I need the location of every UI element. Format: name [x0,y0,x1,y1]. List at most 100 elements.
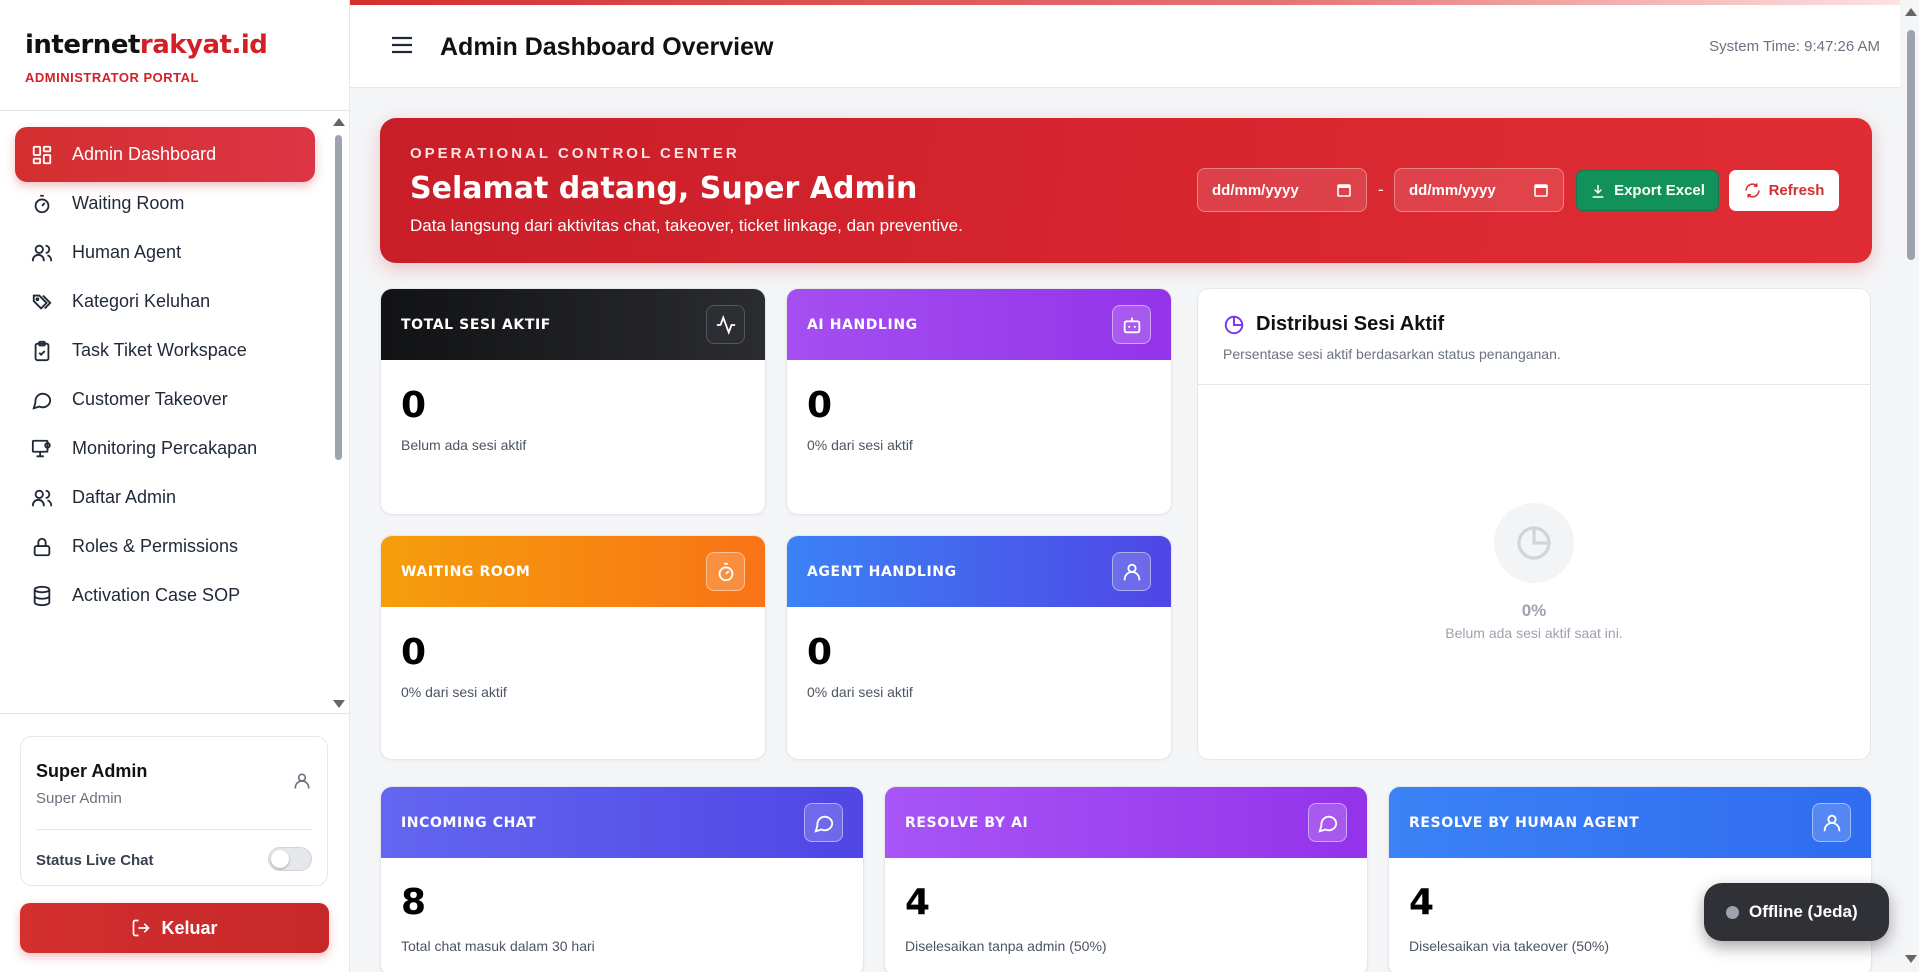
stat-card-waiting-room: WAITING ROOM 0 0% dari sesi aktif [380,535,766,760]
refresh-button[interactable]: Refresh [1729,170,1839,211]
export-label: Export Excel [1614,182,1705,199]
menu-icon[interactable] [390,35,414,55]
chat-bubble-icon [804,803,843,842]
refresh-label: Refresh [1768,182,1825,199]
sidebar-item-task-tiket[interactable]: Task Tiket Workspace [15,323,315,378]
card-label: AI HANDLING [807,317,918,333]
distribution-percent: 0% [1521,601,1547,620]
card-header: AGENT HANDLING [787,536,1171,607]
card-label: RESOLVE BY AI [905,815,1029,831]
activity-icon [706,305,745,344]
calendar-icon[interactable] [1533,182,1549,198]
system-time: System Time: 9:47:26 AM [1709,38,1880,55]
timer-icon [31,193,53,215]
sidebar-item-monitoring-percakapan[interactable]: Monitoring Percakapan [15,421,315,476]
page-title: Admin Dashboard Overview [440,33,774,61]
sidebar-scrollbar[interactable] [335,135,342,460]
card-header: WAITING ROOM [381,536,765,607]
brand-logo[interactable]: internetrakyat.id [25,30,349,60]
card-header: TOTAL SESI AKTIF [381,289,765,360]
toggle-knob [271,850,289,868]
date-to-value: dd/mm/yyyy [1409,181,1496,199]
lock-icon [31,536,53,558]
empty-state-message: Belum ada sesi aktif saat ini. [1445,625,1623,641]
date-to-input[interactable]: dd/mm/yyyy [1394,168,1564,212]
dashboard-icon [31,144,53,166]
sidebar-item-label: Task Tiket Workspace [72,340,247,360]
sidebar-item-label: Roles & Permissions [72,536,239,556]
user-card: Super Admin Super Admin Status Live Chat [20,736,328,886]
hero-title: Selamat datang, Super Admin [410,171,918,206]
user-icon [1112,552,1151,591]
sidebar-footer: Super Admin Super Admin Status Live Chat… [0,713,349,972]
sidebar-item-kategori-keluhan[interactable]: Kategori Keluhan [15,274,315,329]
pie-chart-icon [1517,526,1551,560]
page-scroll-up[interactable] [1905,8,1917,16]
distribusi-sesi-panel: Distribusi Sesi Aktif Persentase sesi ak… [1197,288,1871,760]
card-label: AGENT HANDLING [807,564,957,580]
card-subtext: Diselesaikan tanpa admin (50%) [905,938,1107,954]
card-header: AI HANDLING [787,289,1171,360]
card-label: WAITING ROOM [401,564,531,580]
chat-bubble-icon [1308,803,1347,842]
date-from-value: dd/mm/yyyy [1212,181,1299,199]
sidebar-item-label: Daftar Admin [72,487,177,507]
refresh-icon [1744,183,1760,198]
card-value: 0 [401,385,427,426]
live-chat-label: Status Live Chat [36,852,154,869]
stat-card-resolve-by-human-agent: RESOLVE BY HUMAN AGENT 4 Diselesaikan vi… [1388,786,1872,972]
date-from-input[interactable]: dd/mm/yyyy [1197,168,1367,212]
panel-title: Distribusi Sesi Aktif [1256,313,1445,335]
sidebar-item-activation-case-sop[interactable]: Activation Case SOP [15,568,315,623]
sidebar-item-daftar-admin[interactable]: Daftar Admin [15,470,315,525]
hero-kicker: OPERATIONAL CONTROL CENTER [410,145,740,162]
timer-icon [706,552,745,591]
page-scroll-down[interactable] [1905,955,1917,963]
card-label: TOTAL SESI AKTIF [401,317,551,333]
card-value: 0 [807,385,833,426]
sidebar-item-label: Waiting Room [72,193,185,213]
database-icon [31,585,53,607]
sidebar-item-roles-permissions[interactable]: Roles & Permissions [15,519,315,574]
divider [36,829,312,830]
sidebar-item-label: Customer Takeover [72,389,228,409]
brand: internetrakyat.id ADMINISTRATOR PORTAL [0,0,349,111]
page-scrollbar[interactable] [1907,30,1915,260]
live-chat-status-pill[interactable]: Offline (Jeda) [1704,883,1889,941]
stat-card-ai-handling: AI HANDLING 0 0% dari sesi aktif [786,288,1172,515]
sidebar-item-label: Admin Dashboard [72,144,217,164]
sidebar-item-waiting-room[interactable]: Waiting Room [15,176,315,231]
hero-banner: OPERATIONAL CONTROL CENTER Selamat datan… [380,118,1872,263]
sidebar-item-label: Activation Case SOP [72,585,241,605]
stat-card-agent-handling: AGENT HANDLING 0 0% dari sesi aktif [786,535,1172,760]
sidebar-item-label: Kategori Keluhan [72,291,211,311]
card-label: INCOMING CHAT [401,815,537,831]
sidebar-item-customer-takeover[interactable]: Customer Takeover [15,372,315,427]
sidebar-scroll-up[interactable] [333,118,345,126]
card-subtext: 0% dari sesi aktif [401,684,507,700]
export-excel-button[interactable]: Export Excel [1576,170,1719,211]
chat-bubble-icon [31,389,53,411]
sidebar-item-admin-dashboard[interactable]: Admin Dashboard [15,127,315,182]
users-icon [31,487,53,509]
calendar-icon[interactable] [1336,182,1352,198]
status-dot [1726,905,1739,919]
user-icon[interactable] [292,771,312,791]
clipboard-check-icon [31,340,53,362]
date-separator: - [1378,180,1384,199]
card-header: RESOLVE BY HUMAN AGENT [1389,787,1871,858]
live-chat-toggle[interactable] [268,847,312,871]
card-value: 8 [401,882,427,923]
sidebar-item-human-agent[interactable]: Human Agent [15,225,315,280]
card-value: 0 [807,632,833,673]
logout-button[interactable]: Keluar [20,903,329,953]
card-subtext: Total chat masuk dalam 30 hari [401,938,595,954]
stat-card-total-sesi-aktif: TOTAL SESI AKTIF 0 Belum ada sesi aktif [380,288,766,515]
hero-description: Data langsung dari aktivitas chat, takeo… [410,216,963,235]
pie-chart-icon [1224,315,1244,335]
user-role: Super Admin [36,790,122,807]
card-subtext: 0% dari sesi aktif [807,437,913,453]
stat-card-incoming-chat: INCOMING CHAT 8 Total chat masuk dalam 3… [380,786,864,972]
tags-icon [31,291,53,313]
sidebar-scroll-down[interactable] [333,700,345,708]
